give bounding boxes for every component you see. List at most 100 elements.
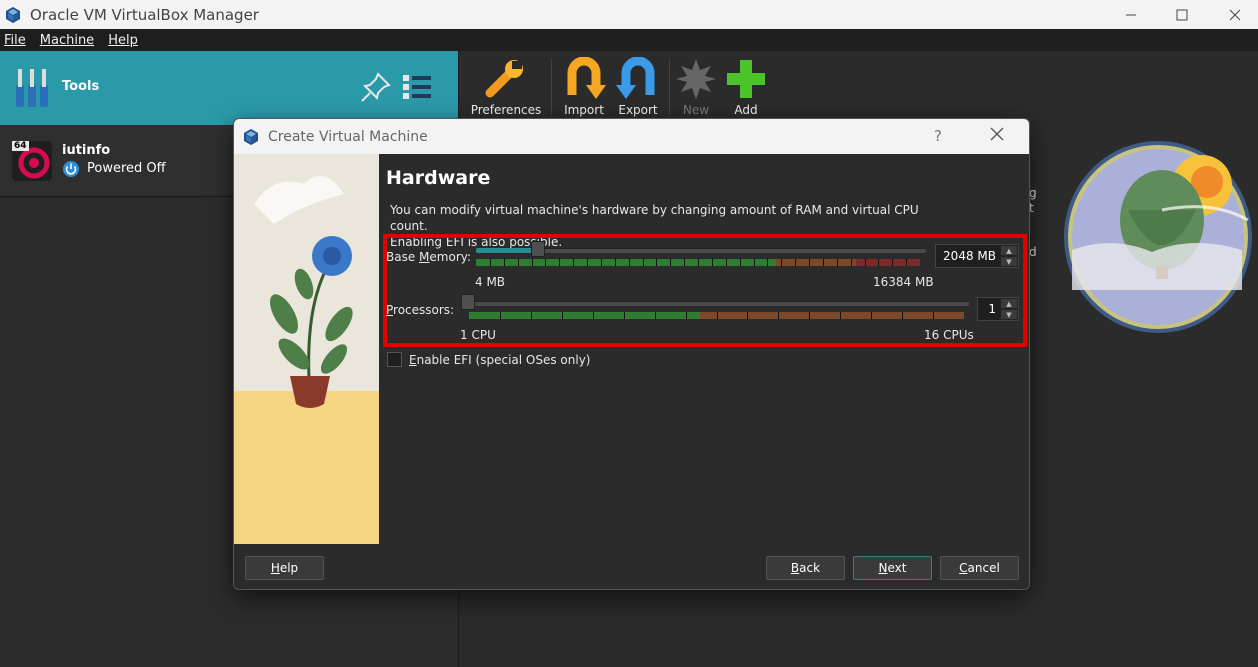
context-help-button[interactable]: ?: [934, 127, 942, 145]
spin-up-icon[interactable]: ▲: [1000, 245, 1018, 256]
vm-state: Powered Off: [87, 161, 166, 176]
back-button[interactable]: Back: [766, 556, 845, 580]
scale-tick: [902, 312, 903, 319]
close-window-button[interactable]: [1212, 0, 1258, 29]
window-title: Oracle VM VirtualBox Manager: [30, 5, 259, 24]
scale-tick: [545, 259, 546, 266]
spin-up-icon[interactable]: ▲: [1000, 298, 1018, 309]
scale-tick: [500, 312, 501, 319]
processors-slider-handle[interactable]: [461, 294, 475, 310]
dialog-close-button[interactable]: [990, 125, 1004, 146]
arch-badge: 64: [12, 141, 29, 151]
next-button[interactable]: Next: [853, 556, 932, 580]
new-label: New: [682, 103, 710, 117]
scale-tick: [629, 259, 630, 266]
scale-tick: [655, 312, 656, 319]
import-button[interactable]: Import: [559, 55, 609, 117]
processors-slider-track[interactable]: [461, 301, 969, 306]
background-text-fragment: d: [1029, 245, 1037, 259]
description-line: You can modify virtual machine's hardwar…: [390, 203, 919, 233]
scale-tick: [643, 259, 644, 266]
scale-tick: [726, 259, 727, 266]
scale-tick: [573, 259, 574, 266]
scale-tick: [698, 259, 699, 266]
pin-icon[interactable]: [360, 71, 392, 103]
close-icon: [990, 127, 1004, 141]
scale-tick: [670, 259, 671, 266]
memory-slider-handle[interactable]: [530, 241, 545, 257]
new-button[interactable]: New: [673, 55, 719, 117]
processors-label: Processors:: [386, 303, 455, 317]
spin-down-icon[interactable]: ▼: [1000, 256, 1018, 267]
scale-tick: [878, 259, 879, 266]
scale-tick: [684, 259, 685, 266]
scale-tick: [740, 259, 741, 266]
enable-efi-checkbox[interactable]: [387, 352, 402, 367]
memory-max-label: 16384 MB: [873, 275, 934, 289]
scale-tick: [562, 312, 563, 319]
virtualbox-logo-icon: [6, 6, 20, 23]
scale-tick: [795, 259, 796, 266]
wizard-plant-illustration: [234, 154, 379, 544]
preferences-button[interactable]: Preferences: [469, 55, 543, 117]
close-icon: [1229, 9, 1241, 20]
tools-item[interactable]: Tools: [0, 51, 458, 125]
wizard-page-hardware: Hardware You can modify virtual machine'…: [379, 154, 1029, 544]
tools-icon: [16, 69, 48, 107]
help-button[interactable]: Help: [245, 556, 324, 580]
minimize-icon: [1126, 14, 1136, 15]
cancel-button[interactable]: Cancel: [940, 556, 1019, 580]
scale-tick: [767, 259, 768, 266]
scale-tick: [518, 259, 519, 266]
scale-tick: [778, 312, 779, 319]
import-icon: [567, 57, 606, 99]
preferences-icon: [485, 60, 523, 98]
toolbar-separator: [669, 59, 670, 115]
power-off-icon: [63, 161, 79, 177]
dialog-titlebar: Create Virtual Machine ?: [234, 119, 1029, 154]
scale-tick: [892, 259, 893, 266]
page-title: Hardware: [386, 167, 491, 189]
list-menu-icon[interactable]: [401, 71, 433, 103]
export-icon: [616, 57, 655, 99]
scale-tick: [809, 312, 810, 319]
scale-tick: [747, 312, 748, 319]
window-titlebar: Oracle VM VirtualBox Manager: [0, 0, 1258, 29]
import-label: Import: [564, 103, 604, 117]
menu-file[interactable]: File: [4, 33, 26, 48]
add-icon: [727, 60, 765, 98]
scale-tick: [840, 312, 841, 319]
memory-min-label: 4 MB: [475, 275, 506, 289]
processors-spinbox[interactable]: 1 ▲ ▼: [977, 297, 1019, 321]
menu-help[interactable]: Help: [108, 33, 138, 48]
menu-bar: File Machine Help: [0, 29, 1258, 51]
memory-spinbox[interactable]: 2048 MB ▲ ▼: [935, 244, 1019, 268]
scale-tick: [717, 312, 718, 319]
minimize-button[interactable]: [1108, 0, 1154, 29]
welcome-balloon-illustration: [1064, 141, 1252, 333]
scale-tick: [531, 312, 532, 319]
scale-tick: [587, 259, 588, 266]
scale-tick: [865, 259, 866, 266]
scale-tick: [593, 312, 594, 319]
enable-efi-label[interactable]: Enable EFI (special OSes only): [409, 353, 590, 367]
spin-down-icon[interactable]: ▼: [1000, 309, 1018, 320]
scale-tick: [754, 259, 755, 266]
scale-tick: [624, 312, 625, 319]
maximize-button[interactable]: [1159, 0, 1205, 29]
scale-tick: [656, 259, 657, 266]
add-button[interactable]: Add: [723, 55, 769, 117]
background-text-fragment: g: [1029, 186, 1037, 200]
scale-tick: [712, 259, 713, 266]
menu-machine[interactable]: Machine: [40, 33, 94, 48]
processors-scale-ticks: [469, 312, 964, 319]
scale-tick: [933, 312, 934, 319]
scale-tick: [559, 259, 560, 266]
base-memory-label: Base Memory:: [386, 250, 472, 264]
new-icon: [676, 59, 716, 99]
memory-slider-fill: [476, 248, 535, 253]
scale-tick: [490, 259, 491, 266]
export-button[interactable]: Export: [613, 55, 663, 117]
scale-tick: [906, 259, 907, 266]
scale-tick: [809, 259, 810, 266]
